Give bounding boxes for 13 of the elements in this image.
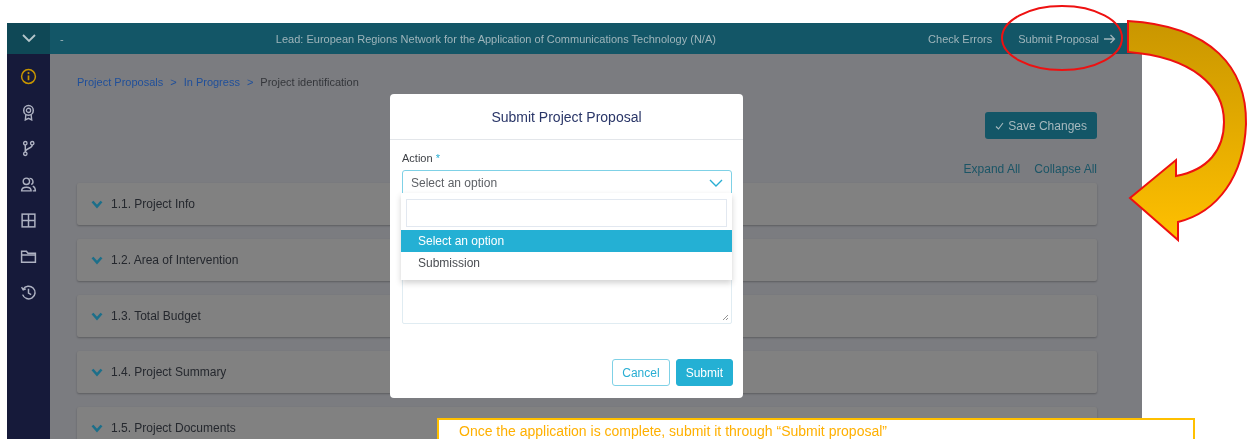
dialog-title: Submit Project Proposal xyxy=(491,108,642,125)
section-title: 1.3. Total Budget xyxy=(111,309,201,323)
section-title: 1.5. Project Documents xyxy=(111,421,236,435)
breadcrumb-separator: > xyxy=(170,76,177,88)
callout-text: Once the application is complete, submit it through “Submit proposal” xyxy=(459,423,887,439)
lead-title: Lead: European Regions Network for the Application of Communications Technology (N/A) xyxy=(274,32,717,45)
field-label: Action * xyxy=(402,152,441,164)
breadcrumb-separator: > xyxy=(246,76,254,88)
dash-text: - xyxy=(60,32,64,45)
section-title: 1.2. Area of Intervention xyxy=(111,253,239,267)
breadcrumb-item: Project identification xyxy=(260,76,359,88)
section-title: 1.1. Project Info xyxy=(111,197,196,211)
section-title: 1.4. Project Summary xyxy=(111,365,227,379)
